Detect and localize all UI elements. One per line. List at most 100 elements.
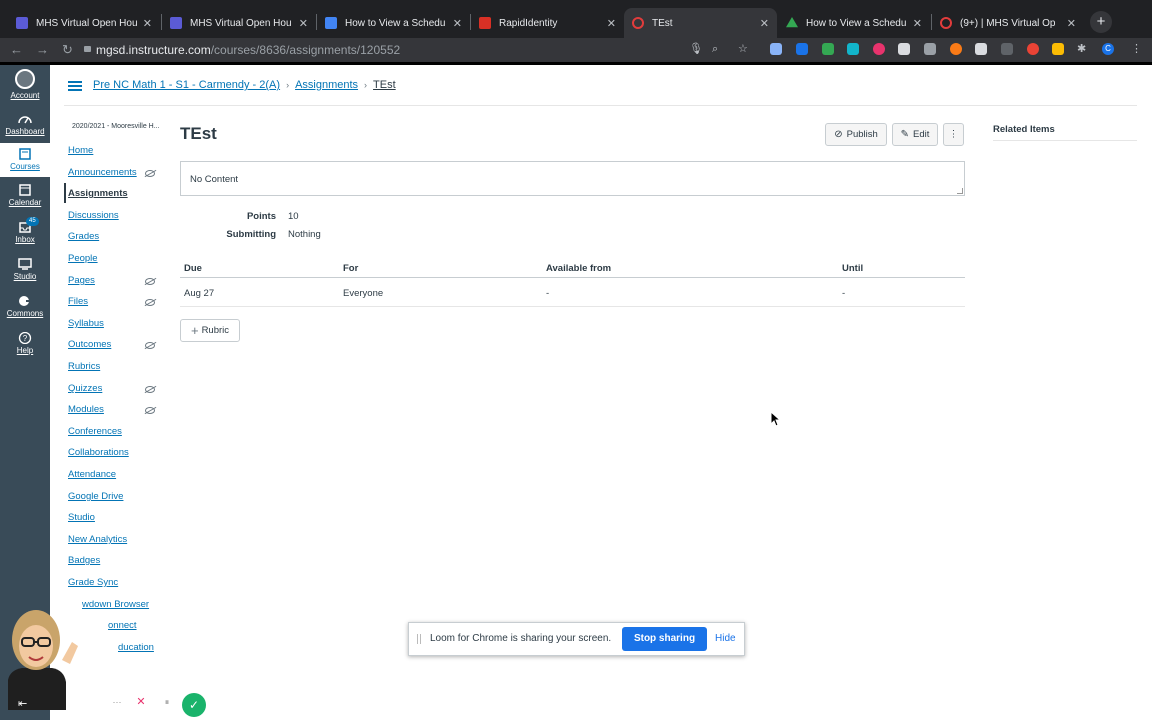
- chrome-menu-icon[interactable]: ⋮: [1131, 41, 1142, 57]
- stop-sharing-button[interactable]: Stop sharing: [622, 627, 707, 651]
- extensions-puzzle-icon[interactable]: ✱: [1077, 41, 1086, 57]
- course-nav-item[interactable]: onnect: [108, 620, 137, 631]
- global-nav-label: Courses: [10, 162, 40, 171]
- global-nav-dashboard[interactable]: Dashboard: [0, 113, 50, 139]
- extension-icon[interactable]: [1027, 43, 1039, 55]
- course-nav-item[interactable]: Attendance: [68, 469, 116, 480]
- browser-tab[interactable]: RapidIdentity ✕: [471, 8, 624, 38]
- course-nav-item[interactable]: People: [68, 253, 98, 264]
- course-nav-item[interactable]: Collaborations: [68, 447, 129, 458]
- browser-toolbar: ← → ↻ mgsd.instructure.com/courses/8636/…: [0, 38, 1152, 62]
- browser-tab-active[interactable]: TEst ✕: [624, 8, 777, 38]
- extension-icon[interactable]: [847, 43, 859, 55]
- course-nav-item[interactable]: Grade Sync: [68, 577, 118, 588]
- edit-button-label: Edit: [913, 129, 930, 140]
- global-nav-inbox[interactable]: 45 Inbox: [0, 217, 50, 249]
- course-nav-item[interactable]: Quizzes: [68, 383, 102, 394]
- edit-button[interactable]: ✎ Edit: [892, 123, 938, 146]
- extension-icon[interactable]: [873, 43, 885, 55]
- forward-arrow-icon[interactable]: →: [36, 41, 49, 59]
- extension-icon[interactable]: [924, 43, 936, 55]
- course-menu-toggle-icon[interactable]: [68, 81, 82, 91]
- tab-close-icon[interactable]: ✕: [607, 17, 616, 30]
- more-options-button[interactable]: ⋮: [943, 123, 964, 146]
- browser-tab[interactable]: How to View a Schedu ✕: [778, 8, 930, 38]
- course-nav-item[interactable]: Pages: [68, 275, 95, 286]
- zoom-icon[interactable]: ⌕: [712, 41, 718, 57]
- extension-icon[interactable]: [1001, 43, 1013, 55]
- table-cell-available-from: -: [546, 288, 550, 299]
- global-nav-studio[interactable]: Studio: [0, 258, 50, 286]
- drag-handle-icon[interactable]: [417, 634, 421, 644]
- course-nav-item[interactable]: wdown Browser: [82, 599, 149, 610]
- extension-icon[interactable]: [770, 43, 782, 55]
- global-nav-commons[interactable]: Commons: [0, 295, 50, 323]
- tab-close-icon[interactable]: ✕: [299, 17, 308, 30]
- course-nav-item[interactable]: Assignments: [68, 188, 128, 199]
- course-nav-item[interactable]: Discussions: [68, 210, 119, 221]
- browser-tab[interactable]: (9+) | MHS Virtual Op ✕: [932, 8, 1084, 38]
- course-nav-item[interactable]: Announcements: [68, 167, 137, 178]
- tab-close-icon[interactable]: ✕: [1067, 17, 1076, 30]
- global-nav-account[interactable]: Account: [0, 69, 50, 105]
- extension-icon[interactable]: [796, 43, 808, 55]
- breadcrumb-separator-icon: ›: [364, 80, 368, 90]
- breadcrumb-course-link[interactable]: Pre NC Math 1 - S1 - Carmendy - 2(A): [93, 79, 280, 91]
- address-bar[interactable]: mgsd.instructure.com/courses/8636/assign…: [96, 42, 400, 58]
- hide-button[interactable]: Hide: [715, 633, 736, 644]
- extension-icon[interactable]: [975, 43, 987, 55]
- microphone-icon[interactable]: 🎙: [689, 41, 703, 57]
- global-nav-courses[interactable]: Courses: [0, 143, 50, 177]
- loom-finish-check-icon[interactable]: ✓: [182, 693, 206, 717]
- account-avatar-icon: [15, 69, 35, 89]
- course-nav-item[interactable]: Home: [68, 145, 93, 156]
- course-nav-item[interactable]: Google Drive: [68, 491, 123, 502]
- loom-cancel-icon[interactable]: ✕: [133, 695, 149, 711]
- extension-icon[interactable]: [822, 43, 834, 55]
- global-nav-calendar[interactable]: Calendar: [0, 184, 50, 212]
- course-nav-item[interactable]: New Analytics: [68, 534, 127, 545]
- course-nav-item[interactable]: Studio: [68, 512, 95, 523]
- add-rubric-button[interactable]: + Rubric: [180, 319, 240, 342]
- course-nav-item[interactable]: Outcomes: [68, 339, 111, 350]
- extension-icon[interactable]: [1052, 43, 1064, 55]
- breadcrumb-current[interactable]: TEst: [373, 79, 396, 91]
- points-label: Points: [246, 211, 276, 222]
- loom-pause-icon[interactable]: ⏸: [159, 695, 175, 711]
- browser-tab[interactable]: MHS Virtual Open Hou ✕: [8, 8, 160, 38]
- global-nav-label: Account: [10, 91, 40, 100]
- breadcrumb-assignments-link[interactable]: Assignments: [295, 79, 358, 91]
- profile-avatar[interactable]: C: [1102, 43, 1114, 55]
- course-nav-item[interactable]: Grades: [68, 231, 99, 242]
- bookmark-star-icon[interactable]: ☆: [738, 41, 748, 57]
- global-nav-help[interactable]: ? Help: [0, 332, 50, 360]
- course-nav-item[interactable]: Badges: [68, 555, 100, 566]
- extension-icon[interactable]: [898, 43, 910, 55]
- tab-close-icon[interactable]: ✕: [453, 17, 462, 30]
- course-nav-item[interactable]: Conferences: [68, 426, 122, 437]
- submitting-value: Nothing: [288, 229, 321, 240]
- new-tab-button[interactable]: +: [1090, 11, 1112, 33]
- reload-icon[interactable]: ↻: [62, 41, 73, 59]
- course-nav-item[interactable]: Syllabus: [68, 318, 104, 329]
- course-nav-item[interactable]: Rubrics: [68, 361, 100, 372]
- related-items-heading: Related Items: [993, 124, 1055, 135]
- loom-more-icon[interactable]: ⋯: [110, 696, 124, 710]
- tab-close-icon[interactable]: ✕: [143, 17, 152, 30]
- tab-close-icon[interactable]: ✕: [760, 17, 769, 30]
- extension-icon[interactable]: [950, 43, 962, 55]
- table-header-due: Due: [184, 263, 202, 274]
- publish-button[interactable]: ⊘ Publish: [825, 123, 887, 146]
- course-nav-item[interactable]: Files: [68, 296, 88, 307]
- submitting-label: Submitting: [226, 229, 276, 240]
- collapse-arrow-icon[interactable]: ⇤: [18, 697, 27, 710]
- browser-tab[interactable]: MHS Virtual Open Hou ✕: [162, 8, 316, 38]
- course-nav-item[interactable]: ducation: [118, 642, 154, 653]
- course-nav-item[interactable]: Modules: [68, 404, 104, 415]
- loom-camera-avatar[interactable]: [0, 600, 90, 710]
- tab-close-icon[interactable]: ✕: [913, 17, 922, 30]
- resize-grip-icon[interactable]: [957, 188, 963, 194]
- tab-favicon-icon: [632, 17, 644, 29]
- browser-tab[interactable]: How to View a Schedu ✕: [317, 8, 470, 38]
- back-arrow-icon[interactable]: ←: [10, 41, 23, 59]
